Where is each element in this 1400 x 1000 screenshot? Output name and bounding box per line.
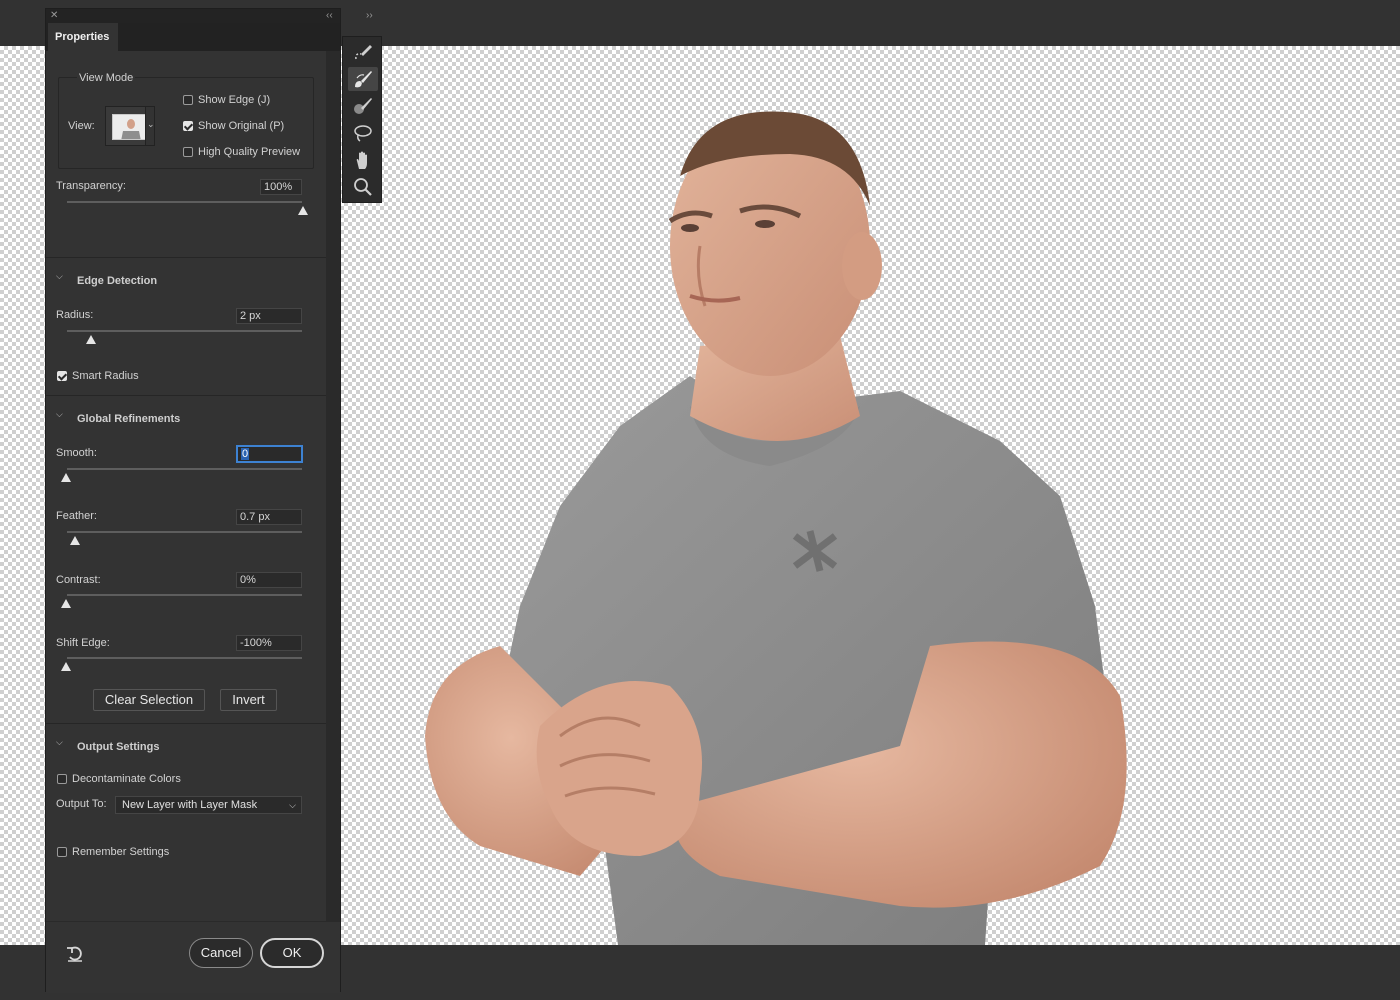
shift-edge-label: Shift Edge: — [56, 637, 110, 649]
show-original-label: Show Original (P) — [198, 120, 285, 132]
refine-edge-brush-tool[interactable] — [348, 67, 378, 91]
radius-slider-track[interactable] — [67, 330, 302, 332]
quick-selection-tool-icon — [355, 45, 372, 60]
transparency-slider-track[interactable] — [67, 201, 302, 203]
chevron-down-icon: ⌵ — [289, 800, 296, 810]
collapse-icon[interactable]: ‹‹ — [326, 9, 333, 23]
remember-settings-checkbox[interactable] — [57, 847, 67, 857]
lasso-tool[interactable] — [348, 121, 378, 145]
view-label: View: — [68, 120, 95, 132]
remember-settings-label: Remember Settings — [72, 846, 170, 858]
transparency-label: Transparency: — [56, 180, 126, 192]
hand-tool[interactable] — [348, 148, 378, 172]
panel-footer: Cancel OK — [46, 921, 340, 993]
high-quality-preview-label: High Quality Preview — [198, 146, 301, 158]
smooth-label: Smooth: — [56, 447, 97, 459]
show-edge-label: Show Edge (J) — [198, 94, 271, 106]
feather-slider-thumb[interactable] — [70, 536, 80, 545]
section-divider — [46, 723, 326, 724]
edge-detection-title[interactable]: Edge Detection — [77, 275, 157, 287]
show-original-checkbox[interactable] — [183, 121, 193, 131]
refine-edge-tool-strip — [342, 36, 382, 203]
smooth-field[interactable]: 0 — [237, 446, 302, 462]
smooth-slider-thumb[interactable] — [61, 473, 71, 482]
transparency-field[interactable]: 100% — [260, 179, 302, 195]
thumbnail-preview-image — [113, 115, 147, 139]
ok-button[interactable]: OK — [260, 938, 324, 968]
invert-button[interactable]: Invert — [220, 689, 277, 711]
decontaminate-colors-label: Decontaminate Colors — [72, 773, 181, 785]
chevron-down-icon: ⌄ — [147, 119, 155, 129]
shift-edge-slider-thumb[interactable] — [61, 662, 71, 671]
transparency-slider-thumb[interactable] — [298, 206, 308, 215]
chevron-down-icon[interactable]: ⌵ — [56, 737, 63, 748]
expand-icon[interactable]: ›› — [366, 9, 373, 23]
brush-tool-icon — [354, 98, 372, 114]
hand-tool-icon — [356, 151, 367, 169]
panel-title-strip: ✕ ‹‹ ›› — [46, 9, 373, 23]
decontaminate-colors-checkbox[interactable] — [57, 774, 67, 784]
cancel-button[interactable]: Cancel — [189, 938, 253, 968]
view-mode-dropdown[interactable]: ⌄ — [145, 106, 155, 146]
feather-field[interactable]: 0.7 px — [236, 509, 302, 525]
output-settings-title[interactable]: Output Settings — [77, 741, 160, 753]
feather-slider-track[interactable] — [67, 531, 302, 533]
high-quality-preview-checkbox[interactable] — [183, 147, 193, 157]
radius-label: Radius: — [56, 309, 94, 321]
output-to-value: New Layer with Layer Mask — [122, 799, 258, 811]
zoom-tool[interactable] — [348, 175, 378, 199]
lasso-tool-icon — [354, 125, 372, 142]
panel-scrollbar[interactable] — [326, 51, 340, 921]
chevron-down-icon[interactable]: ⌵ — [56, 271, 63, 282]
feather-label: Feather: — [56, 510, 97, 522]
close-icon[interactable]: ✕ — [50, 9, 58, 23]
panel-body: View Mode View: ⌄ Show Edge (J) Show Ori… — [46, 51, 326, 921]
panel-tab-bar: Properties — [46, 23, 340, 51]
chevron-down-icon[interactable]: ⌵ — [56, 409, 63, 420]
smart-radius-checkbox[interactable] — [57, 371, 67, 381]
global-refinements-title[interactable]: Global Refinements — [77, 413, 180, 425]
section-divider — [46, 395, 326, 396]
shift-edge-slider-track[interactable] — [67, 657, 302, 659]
radius-field[interactable]: 2 px — [236, 308, 302, 324]
smart-radius-label: Smart Radius — [72, 370, 139, 382]
output-to-select[interactable]: New Layer with Layer Mask ⌵ — [115, 796, 302, 814]
properties-panel: ✕ ‹‹ ›› Properties View Mode View: ⌄ Sho… — [45, 8, 373, 993]
contrast-label: Contrast: — [56, 574, 101, 586]
tab-properties[interactable]: Properties — [48, 23, 118, 51]
view-mode-title: View Mode — [77, 72, 136, 84]
zoom-tool-icon — [354, 178, 372, 196]
reset-icon[interactable] — [65, 944, 85, 964]
radius-slider-thumb[interactable] — [86, 335, 96, 344]
quick-selection-tool[interactable] — [348, 40, 378, 64]
smooth-field-value: 0 — [241, 448, 250, 460]
refine-edge-brush-tool-icon — [355, 71, 372, 88]
brush-tool[interactable] — [348, 94, 378, 118]
clear-selection-button[interactable]: Clear Selection — [93, 689, 205, 711]
section-divider — [46, 257, 326, 258]
shift-edge-field[interactable]: -100% — [236, 635, 302, 651]
contrast-slider-thumb[interactable] — [61, 599, 71, 608]
contrast-field[interactable]: 0% — [236, 572, 302, 588]
show-edge-checkbox[interactable] — [183, 95, 193, 105]
output-to-label: Output To: — [56, 798, 107, 810]
contrast-slider-track[interactable] — [67, 594, 302, 596]
smooth-slider-track[interactable] — [67, 468, 302, 470]
